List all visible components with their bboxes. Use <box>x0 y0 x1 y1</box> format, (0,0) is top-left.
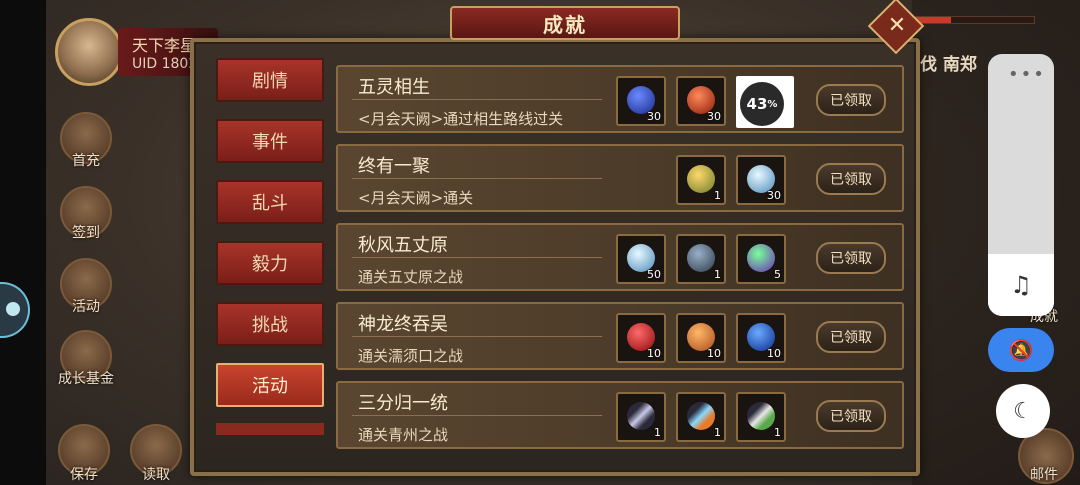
dialog-title: 成就 <box>543 12 587 37</box>
reward-item[interactable]: 1 <box>736 392 786 442</box>
top-right-status-bar <box>915 16 1035 24</box>
reward-quantity: 30 <box>647 110 661 123</box>
reward-item[interactable]: 1 <box>676 392 726 442</box>
tab-melee[interactable]: 乱斗 <box>216 180 324 224</box>
spear-icon <box>627 402 655 430</box>
reward-item[interactable]: 50 <box>616 234 666 284</box>
player-name: 天下李星 <box>132 36 197 55</box>
reward-quantity: 10 <box>707 347 721 360</box>
music-icon[interactable]: ♫ <box>988 254 1054 316</box>
achievement-description: 通关五丈原之战 <box>358 268 464 286</box>
achievement-description: <月会天阙>通过相生路线过关 <box>358 110 564 128</box>
reward-quantity: 10 <box>647 347 661 360</box>
campaign-banner-text: 伐 南郑 <box>920 55 977 75</box>
mail-label: 邮件 <box>1030 467 1058 483</box>
blade-icon <box>747 402 775 430</box>
tab-list-overflow <box>216 423 324 435</box>
reward-quantity: 1 <box>714 189 721 202</box>
claimed-button[interactable]: 已领取 <box>816 163 886 195</box>
achievement-row: 终有一聚 <月会天阙>通关 1 30 已领取 <box>336 144 904 212</box>
claimed-button[interactable]: 已领取 <box>816 321 886 353</box>
reward-item[interactable]: 10 <box>736 313 786 363</box>
left-black-bar <box>0 0 46 485</box>
event-label: 活动 <box>72 299 100 315</box>
achievement-row: 五灵相生 <月会天阙>通过相生路线过关 30 30 已领取 <box>336 65 904 133</box>
sign-in-label: 签到 <box>72 225 100 241</box>
reward-quantity: 1 <box>654 426 661 439</box>
flower-icon <box>687 165 715 193</box>
reward-quantity: 5 <box>774 268 781 281</box>
reward-quantity: 30 <box>707 110 721 123</box>
reward-item[interactable]: 5 <box>736 234 786 284</box>
progress-indicator: 43% <box>740 82 784 126</box>
banner-icon <box>687 244 715 272</box>
achievement-title: 秋风五丈原 <box>358 235 448 256</box>
growth-fund-label: 成长基金 <box>58 371 114 387</box>
claimed-button[interactable]: 已领取 <box>816 84 886 116</box>
achievement-title: 神龙终吞吴 <box>358 314 448 335</box>
claimed-button[interactable]: 已领取 <box>816 242 886 274</box>
player-avatar[interactable] <box>55 18 123 86</box>
reward-quantity: 30 <box>767 189 781 202</box>
row-divider <box>352 257 602 258</box>
progress-value: 43 <box>746 95 768 113</box>
reward-quantity: 10 <box>767 347 781 360</box>
dialog-title-plate: 成就 <box>450 6 680 40</box>
reward-item[interactable]: 10 <box>616 313 666 363</box>
achievement-description: 通关青州之战 <box>358 426 449 444</box>
reward-item[interactable]: 30 <box>616 76 666 126</box>
reward-quantity: 1 <box>774 426 781 439</box>
row-divider <box>352 336 602 337</box>
reward-item[interactable]: 1 <box>616 392 666 442</box>
achievement-title: 三分归一统 <box>358 393 448 414</box>
achievement-description: <月会天阙>通关 <box>358 189 474 207</box>
save-label: 保存 <box>70 467 98 483</box>
reward-quantity: 50 <box>647 268 661 281</box>
achievement-row: 三分归一统 通关青州之战 1 1 1 已领取 <box>336 381 904 449</box>
reward-item[interactable]: 30 <box>736 155 786 205</box>
achievement-row: 神龙终吞吴 通关濡须口之战 10 10 10 已领取 <box>336 302 904 370</box>
achievement-title: 终有一聚 <box>358 156 430 177</box>
row-divider <box>352 99 602 100</box>
achievement-title: 五灵相生 <box>358 77 430 98</box>
moon-icon[interactable]: ☾ <box>996 384 1050 438</box>
rainbow-orb-icon <box>747 244 775 272</box>
achievement-description: 通关濡须口之战 <box>358 347 464 365</box>
claimed-button[interactable]: 已领取 <box>816 400 886 432</box>
tab-event[interactable]: 事件 <box>216 119 324 163</box>
tab-perseverance[interactable]: 毅力 <box>216 241 324 285</box>
tab-story[interactable]: 剧情 <box>216 58 324 102</box>
sword-icon <box>687 402 715 430</box>
close-icon[interactable]: ✕ <box>884 10 910 42</box>
tab-challenge[interactable]: 挑战 <box>216 302 324 346</box>
reward-item[interactable]: 1 <box>676 234 726 284</box>
more-options-icon[interactable]: ••• <box>1008 64 1046 85</box>
row-divider <box>352 415 602 416</box>
achievement-row: 秋风五丈原 通关五丈原之战 50 1 5 已领取 <box>336 223 904 291</box>
first-recharge-label: 首充 <box>72 153 100 169</box>
row-divider <box>352 178 602 179</box>
reward-item[interactable]: 1 <box>676 155 726 205</box>
reward-quantity: 1 <box>714 268 721 281</box>
player-uid: UID 1802 <box>132 56 198 72</box>
tab-activity[interactable]: 活动 <box>216 363 324 407</box>
progress-unit: % <box>767 98 778 110</box>
load-label: 读取 <box>142 467 170 483</box>
reward-item[interactable]: 30 <box>676 76 726 126</box>
mute-bell-icon[interactable]: 🔕 <box>988 328 1054 372</box>
reward-quantity: 1 <box>714 426 721 439</box>
reward-item[interactable]: 10 <box>676 313 726 363</box>
